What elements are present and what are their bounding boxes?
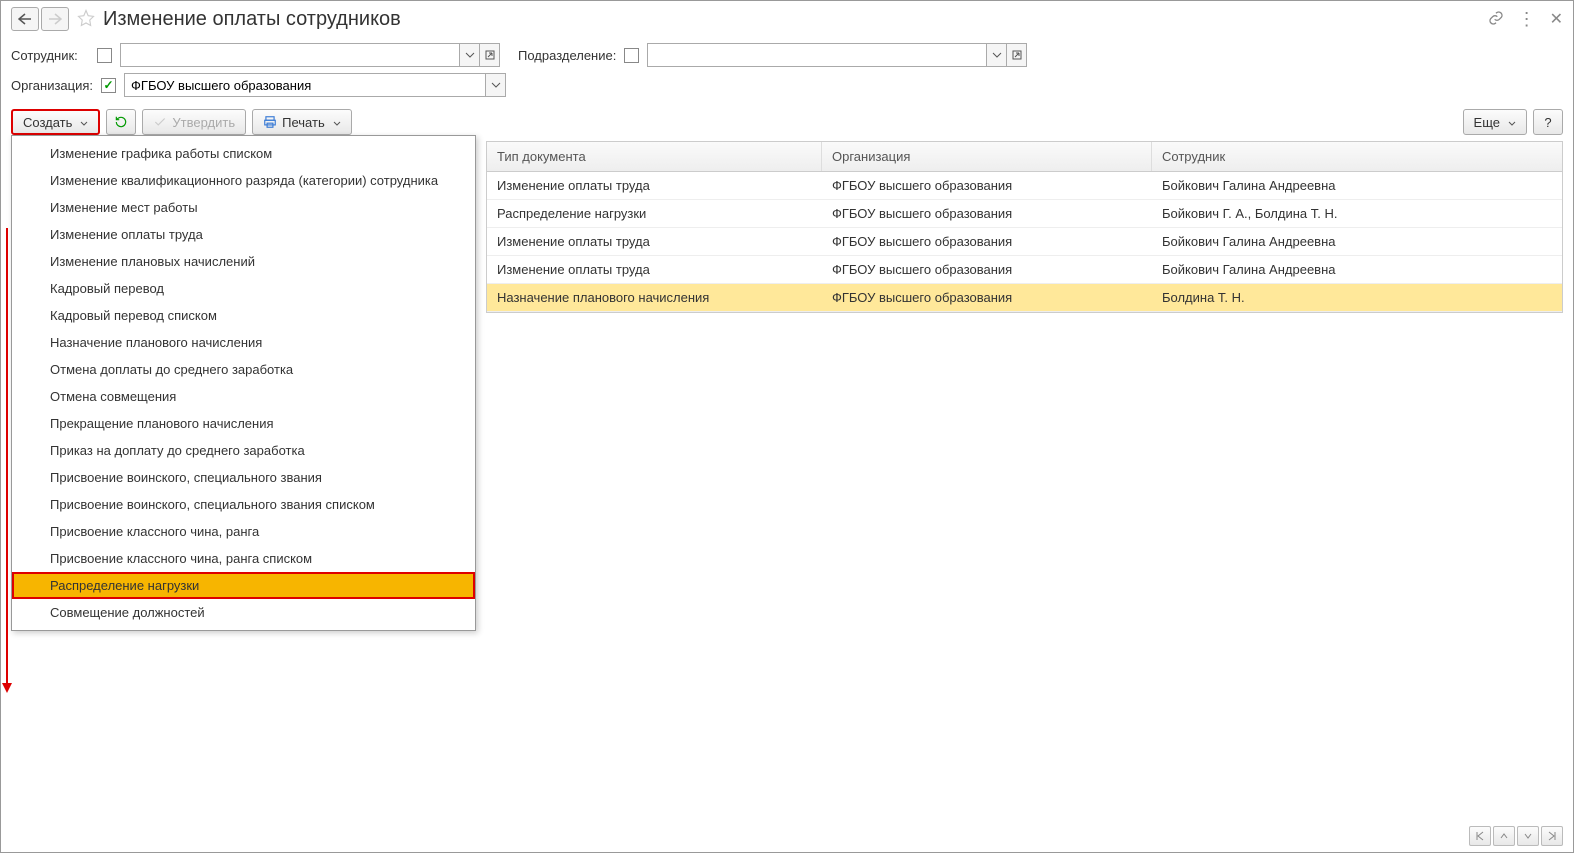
kebab-icon[interactable]: ⋮ — [1518, 9, 1536, 30]
filters-panel: Сотрудник: Подразделение: Организация: — [1, 37, 1573, 103]
more-button-label: Еще — [1474, 115, 1500, 130]
create-dropdown-item[interactable]: Изменение графика работы списком — [12, 140, 475, 167]
cell-emp: Болдина Т. Н. — [1152, 284, 1562, 311]
toolbar: Создать Утвердить Печать Еще ? Изменение… — [1, 103, 1573, 141]
cell-org: ФГБОУ высшего образования — [822, 172, 1152, 199]
cell-type: Назначение планового начисления — [487, 284, 822, 311]
create-dropdown-item[interactable]: Кадровый перевод — [12, 275, 475, 302]
create-dropdown-item[interactable]: Изменение плановых начислений — [12, 248, 475, 275]
create-dropdown-item[interactable]: Присвоение классного чина, ранга списком — [12, 545, 475, 572]
cell-type: Изменение оплаты труда — [487, 172, 822, 199]
titlebar: Изменение оплаты сотрудников ⋮ ✕ — [1, 1, 1573, 37]
chevron-down-icon — [80, 115, 88, 130]
create-dropdown-item[interactable]: Распределение нагрузки — [12, 572, 475, 599]
create-dropdown-item[interactable]: Приказ на доплату до среднего заработка — [12, 437, 475, 464]
employee-checkbox[interactable] — [97, 48, 112, 63]
table-row[interactable]: Назначение планового начисленияФГБОУ выс… — [487, 284, 1562, 312]
column-emp-header[interactable]: Сотрудник — [1152, 142, 1562, 171]
organization-dropdown-button[interactable] — [486, 73, 506, 97]
organization-checkbox[interactable] — [101, 78, 116, 93]
create-dropdown-item[interactable]: Присвоение воинского, специального звани… — [12, 464, 475, 491]
back-button[interactable] — [11, 7, 39, 31]
organization-input[interactable] — [124, 73, 486, 97]
department-dropdown-button[interactable] — [987, 43, 1007, 67]
approve-button[interactable]: Утвердить — [142, 109, 246, 135]
table-header: Тип документа Организация Сотрудник — [487, 142, 1562, 172]
cell-org: ФГБОУ высшего образования — [822, 284, 1152, 311]
cell-org: ФГБОУ высшего образования — [822, 200, 1152, 227]
column-org-header[interactable]: Организация — [822, 142, 1152, 171]
department-input[interactable] — [647, 43, 987, 67]
print-button[interactable]: Печать — [252, 109, 352, 135]
annotation-arrow — [0, 228, 19, 701]
create-dropdown: Изменение графика работы спискомИзменени… — [11, 135, 476, 631]
create-dropdown-item[interactable]: Присвоение классного чина, ранга — [12, 518, 475, 545]
create-dropdown-item[interactable]: Кадровый перевод списком — [12, 302, 475, 329]
nav-first-button[interactable] — [1469, 826, 1491, 846]
table-row[interactable]: Изменение оплаты трудаФГБОУ высшего обра… — [487, 228, 1562, 256]
employee-input[interactable] — [120, 43, 460, 67]
create-dropdown-item[interactable]: Изменение мест работы — [12, 194, 475, 221]
close-icon[interactable]: ✕ — [1550, 9, 1563, 29]
column-type-header[interactable]: Тип документа — [487, 142, 822, 171]
forward-button[interactable] — [41, 7, 69, 31]
create-dropdown-item[interactable]: Изменение квалификационного разряда (кат… — [12, 167, 475, 194]
table-row[interactable]: Изменение оплаты трудаФГБОУ высшего обра… — [487, 256, 1562, 284]
create-dropdown-item[interactable]: Присвоение воинского, специального звани… — [12, 491, 475, 518]
titlebar-actions: ⋮ ✕ — [1488, 9, 1563, 30]
create-button[interactable]: Создать — [11, 109, 100, 135]
table-row[interactable]: Изменение оплаты трудаФГБОУ высшего обра… — [487, 172, 1562, 200]
chevron-down-icon — [333, 115, 341, 130]
department-checkbox[interactable] — [624, 48, 639, 63]
favorite-icon[interactable] — [77, 9, 95, 30]
create-dropdown-item[interactable]: Совмещение должностей — [12, 599, 475, 626]
cell-type: Изменение оплаты труда — [487, 256, 822, 283]
create-button-label: Создать — [23, 115, 72, 130]
organization-label: Организация: — [11, 78, 93, 93]
cell-emp: Бойкович Галина Андреевна — [1152, 256, 1562, 283]
main-window: Изменение оплаты сотрудников ⋮ ✕ Сотрудн… — [0, 0, 1574, 853]
table-nav-buttons — [1469, 826, 1563, 846]
link-icon[interactable] — [1488, 10, 1504, 29]
create-dropdown-item[interactable]: Отмена доплаты до среднего заработка — [12, 356, 475, 383]
cell-org: ФГБОУ высшего образования — [822, 228, 1152, 255]
employee-combo — [120, 43, 500, 67]
department-combo — [647, 43, 1027, 67]
nav-last-button[interactable] — [1541, 826, 1563, 846]
more-button[interactable]: Еще — [1463, 109, 1527, 135]
approve-button-label: Утвердить — [172, 115, 235, 130]
department-open-button[interactable] — [1007, 43, 1027, 67]
cell-org: ФГБОУ высшего образования — [822, 256, 1152, 283]
nav-down-button[interactable] — [1517, 826, 1539, 846]
create-dropdown-item[interactable]: Изменение оплаты труда — [12, 221, 475, 248]
cell-emp: Бойкович Галина Андреевна — [1152, 172, 1562, 199]
documents-table: Тип документа Организация Сотрудник Изме… — [486, 141, 1563, 313]
create-dropdown-item[interactable]: Назначение планового начисления — [12, 329, 475, 356]
page-title: Изменение оплаты сотрудников — [103, 8, 401, 31]
cell-emp: Бойкович Галина Андреевна — [1152, 228, 1562, 255]
create-dropdown-item[interactable]: Отмена совмещения — [12, 383, 475, 410]
create-dropdown-item[interactable]: Прекращение планового начисления — [12, 410, 475, 437]
employee-open-button[interactable] — [480, 43, 500, 67]
nav-up-button[interactable] — [1493, 826, 1515, 846]
refresh-button[interactable] — [106, 109, 136, 135]
table-row[interactable]: Распределение нагрузкиФГБОУ высшего обра… — [487, 200, 1562, 228]
cell-type: Распределение нагрузки — [487, 200, 822, 227]
department-label: Подразделение: — [518, 48, 616, 63]
employee-label: Сотрудник: — [11, 48, 89, 63]
print-button-label: Печать — [282, 115, 325, 130]
cell-emp: Бойкович Г. А., Болдина Т. Н. — [1152, 200, 1562, 227]
organization-combo — [124, 73, 506, 97]
employee-dropdown-button[interactable] — [460, 43, 480, 67]
help-button[interactable]: ? — [1533, 109, 1563, 135]
chevron-down-icon — [1508, 115, 1516, 130]
cell-type: Изменение оплаты труда — [487, 228, 822, 255]
